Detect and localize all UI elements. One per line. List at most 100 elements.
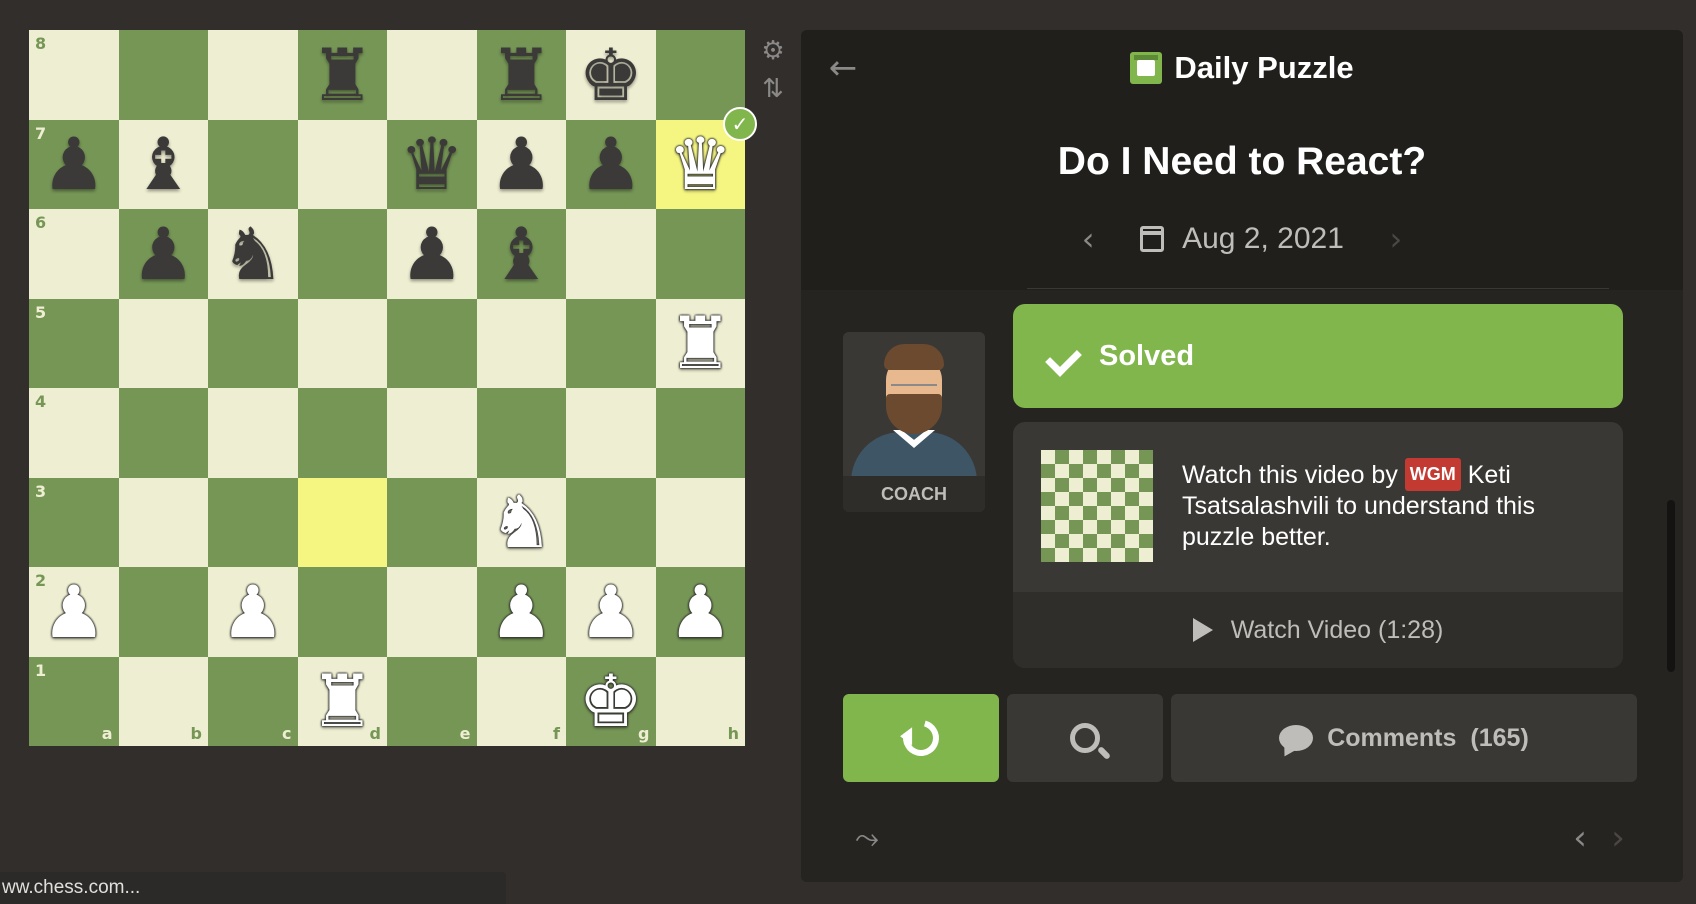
square-d3[interactable]	[297, 477, 387, 567]
flip-board-icon[interactable]: ⇅	[758, 74, 788, 104]
square-h8[interactable]	[655, 30, 745, 120]
square-d5[interactable]	[297, 298, 387, 388]
square-e6[interactable]: ♟	[387, 209, 477, 299]
square-e2[interactable]	[387, 567, 477, 657]
black-pawn-icon[interactable]: ♟	[399, 218, 464, 290]
square-e4[interactable]	[387, 388, 477, 478]
square-b8[interactable]	[118, 30, 208, 120]
calendar-icon[interactable]	[1140, 226, 1165, 252]
white-queen-icon[interactable]: ♛	[668, 128, 733, 200]
square-b3[interactable]	[118, 477, 208, 567]
square-g2[interactable]: ♟	[566, 567, 656, 657]
gear-icon[interactable]: ⚙	[758, 36, 788, 66]
square-d1[interactable]: d ♜	[297, 656, 387, 746]
square-a3[interactable]: 3	[29, 477, 119, 567]
video-thumbnail[interactable]	[1041, 450, 1153, 562]
retry-button[interactable]	[843, 694, 999, 782]
square-e5[interactable]	[387, 298, 477, 388]
square-h1[interactable]: h	[655, 656, 745, 746]
square-a8[interactable]: 8	[29, 30, 119, 120]
analysis-button[interactable]	[1007, 694, 1163, 782]
square-d7[interactable]	[297, 119, 387, 209]
comments-button[interactable]: Comments (165)	[1171, 694, 1637, 782]
coach-avatar[interactable]: COACH	[843, 332, 985, 512]
white-pawn-icon[interactable]: ♟	[578, 576, 643, 648]
square-b1[interactable]: b	[118, 656, 208, 746]
square-g1[interactable]: g ♚	[566, 656, 656, 746]
square-h5[interactable]: ♜	[655, 298, 745, 388]
share-icon[interactable]: ⤳	[849, 820, 885, 856]
square-b4[interactable]	[118, 388, 208, 478]
square-f6[interactable]: ♝	[476, 209, 566, 299]
black-pawn-icon[interactable]: ♟	[578, 128, 643, 200]
square-e3[interactable]	[387, 477, 477, 567]
square-a6[interactable]: 6	[29, 209, 119, 299]
square-f7[interactable]: ♟	[476, 119, 566, 209]
puzzle-date[interactable]: Aug 2, 2021	[1182, 222, 1344, 256]
black-queen-icon[interactable]: ♛	[399, 128, 464, 200]
square-c2[interactable]: ♟	[208, 567, 298, 657]
black-rook-icon[interactable]: ♜	[489, 39, 554, 111]
square-g6[interactable]	[566, 209, 656, 299]
square-e1[interactable]: e	[387, 656, 477, 746]
white-rook-icon[interactable]: ♜	[668, 307, 733, 379]
square-f4[interactable]	[476, 388, 566, 478]
square-f5[interactable]	[476, 298, 566, 388]
chess-board[interactable]: 8 ♜ ♜ ♚ 7 ♟ ♝ ♛ ♟ ♟ ♛ 6 ♟ ♞ ♟ ♝ 5 ♜ 4 3 ♞ 2 ♟ ♟ ♟ ♟ ♟ 1 a b c d ♜ e f g ♚ h	[29, 30, 745, 746]
square-e7[interactable]: ♛	[387, 119, 477, 209]
square-f8[interactable]: ♜	[476, 30, 566, 120]
square-e8[interactable]	[387, 30, 477, 120]
square-h4[interactable]	[655, 388, 745, 478]
back-arrow-icon[interactable]: ←	[823, 48, 863, 88]
square-a4[interactable]: 4	[29, 388, 119, 478]
black-knight-icon[interactable]: ♞	[220, 218, 285, 290]
square-g5[interactable]	[566, 298, 656, 388]
black-bishop-icon[interactable]: ♝	[131, 128, 196, 200]
black-pawn-icon[interactable]: ♟	[41, 128, 106, 200]
next-date-chevron-right-icon[interactable]: ›	[1376, 220, 1416, 258]
previous-puzzle-chevron-left-icon[interactable]: ‹	[1565, 818, 1595, 858]
square-f1[interactable]: f	[476, 656, 566, 746]
square-b2[interactable]	[118, 567, 208, 657]
square-c8[interactable]	[208, 30, 298, 120]
watch-video-button[interactable]: Watch Video (1:28)	[1013, 592, 1623, 668]
square-b6[interactable]: ♟	[118, 209, 208, 299]
square-b7[interactable]: ♝	[118, 119, 208, 209]
square-g4[interactable]	[566, 388, 656, 478]
white-rook-icon[interactable]: ♜	[310, 665, 375, 737]
white-knight-icon[interactable]: ♞	[489, 486, 554, 558]
square-c6[interactable]: ♞	[208, 209, 298, 299]
square-c3[interactable]	[208, 477, 298, 567]
square-h6[interactable]	[655, 209, 745, 299]
square-d4[interactable]	[297, 388, 387, 478]
black-pawn-icon[interactable]: ♟	[131, 218, 196, 290]
black-bishop-icon[interactable]: ♝	[489, 218, 554, 290]
previous-date-chevron-left-icon[interactable]: ‹	[1068, 220, 1108, 258]
black-rook-icon[interactable]: ♜	[310, 39, 375, 111]
white-pawn-icon[interactable]: ♟	[668, 576, 733, 648]
black-king-icon[interactable]: ♚	[578, 39, 643, 111]
square-a1[interactable]: 1a	[29, 656, 119, 746]
white-pawn-icon[interactable]: ♟	[489, 576, 554, 648]
square-h3[interactable]	[655, 477, 745, 567]
black-pawn-icon[interactable]: ♟	[489, 128, 554, 200]
square-b5[interactable]	[118, 298, 208, 388]
square-c7[interactable]	[208, 119, 298, 209]
scrollbar[interactable]	[1667, 500, 1675, 672]
square-f2[interactable]: ♟	[476, 567, 566, 657]
square-d8[interactable]: ♜	[297, 30, 387, 120]
white-pawn-icon[interactable]: ♟	[220, 576, 285, 648]
square-a7[interactable]: 7 ♟	[29, 119, 119, 209]
square-d6[interactable]	[297, 209, 387, 299]
square-h2[interactable]: ♟	[655, 567, 745, 657]
white-king-icon[interactable]: ♚	[578, 665, 643, 737]
square-c5[interactable]	[208, 298, 298, 388]
square-f3[interactable]: ♞	[476, 477, 566, 567]
white-pawn-icon[interactable]: ♟	[41, 576, 106, 648]
square-g7[interactable]: ♟	[566, 119, 656, 209]
next-puzzle-chevron-right-icon[interactable]: ›	[1603, 818, 1633, 858]
square-c1[interactable]: c	[208, 656, 298, 746]
square-g3[interactable]	[566, 477, 656, 567]
square-d2[interactable]	[297, 567, 387, 657]
square-a5[interactable]: 5	[29, 298, 119, 388]
